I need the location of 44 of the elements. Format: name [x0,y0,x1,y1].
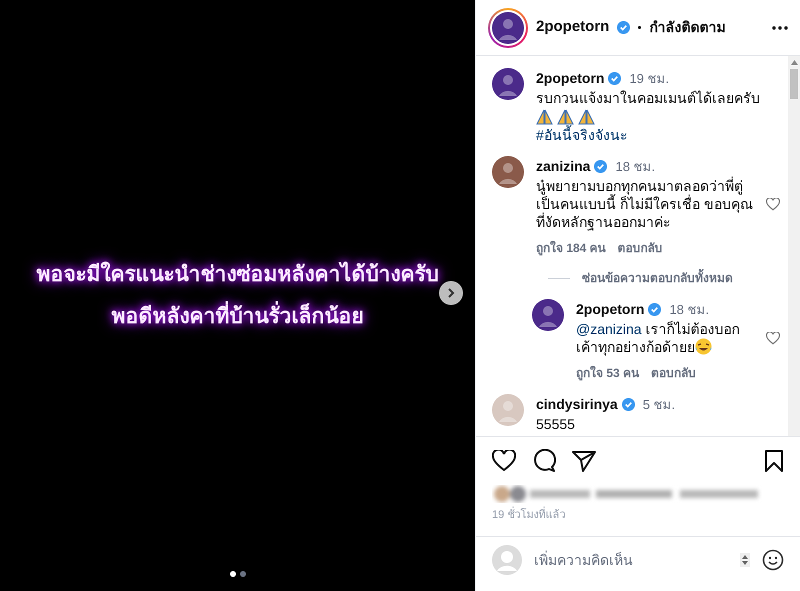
avatar-icon[interactable] [492,68,524,100]
scrollbar-thumb[interactable] [790,69,798,99]
like-heart-icon[interactable] [766,198,780,210]
avatar-icon[interactable] [492,156,524,188]
likes-count[interactable]: ถูกใจ 53 คน [576,364,640,382]
reply-link[interactable]: ตอบกลับ [651,364,696,382]
post-caption-text: พอดีหลังคาที่บ้านรั่วเล็กน้อย [112,298,364,336]
comment-text: 55555 [536,415,576,433]
username-link[interactable]: 2popetorn [576,299,644,320]
hide-replies-link[interactable]: ซ่อนข้อความตอบกลับทั้งหมด [582,269,733,287]
next-button[interactable] [439,281,463,305]
comment-time: 18 ชม. [669,300,710,319]
comment-time: 19 ชม. [629,70,670,88]
hashtag-link[interactable]: #อันนี้จริงจังนะ [536,126,780,144]
like-heart-icon[interactable] [766,332,780,344]
comment-time: 18 ชม. [615,158,656,176]
emoji-icon[interactable] [762,549,784,571]
scroll-up-icon[interactable] [790,60,798,65]
avatar-icon [492,545,522,575]
heart-icon[interactable] [492,450,516,472]
comment-icon[interactable] [532,449,556,473]
mention-link[interactable]: @zanizina [576,321,642,337]
bookmark-icon[interactable] [764,449,784,473]
scrollbar-track[interactable] [788,56,800,436]
username-link[interactable]: 2popetorn [536,68,604,89]
send-icon[interactable] [572,450,596,472]
comment-text: รบกวนแจ้งมาในคอมเมนต์ได้เลยครับ [536,89,761,107]
chevron-right-icon [446,288,456,298]
comment-input-field[interactable]: เพิ่มความคิดเห็น [534,550,728,570]
username-link[interactable]: zanizina [536,156,590,177]
username-link[interactable]: cindysirinya [536,394,618,415]
comment-text: @zanizina เราก็ไม่ต้องบอกเค้าทุกอย่างก้อด้ายย [576,320,740,356]
following-link[interactable]: กำลังติดตาม [649,17,726,38]
separator-dot-icon [638,26,642,29]
username-link[interactable]: 2popetorn [536,16,610,39]
reply-link[interactable]: ตอบกลับ [618,239,663,257]
timestamp: 19 ชั่วโมงที่แล้ว [492,507,784,524]
avatar-icon[interactable] [532,299,564,331]
comment-text: นู๋พยายามบอกทุกคนมาตลอดว่าพี่ตู่เป็นคนแบบนี้ ก็ไม่มีใครเชื่อ ขอบคุณที่งัดหลักฐานออกมาค่ะ [536,177,754,231]
post-caption-text: พอจะมีใครแนะนำช่างซ่อมหลังคาได้บ้างครับ [36,260,438,288]
more-options-icon[interactable] [772,26,788,30]
comment-time: 5 ชม. [642,396,676,414]
spinner-arrows-icon[interactable] [740,553,750,567]
likes-count[interactable]: ถูกใจ 184 คน [536,239,606,257]
